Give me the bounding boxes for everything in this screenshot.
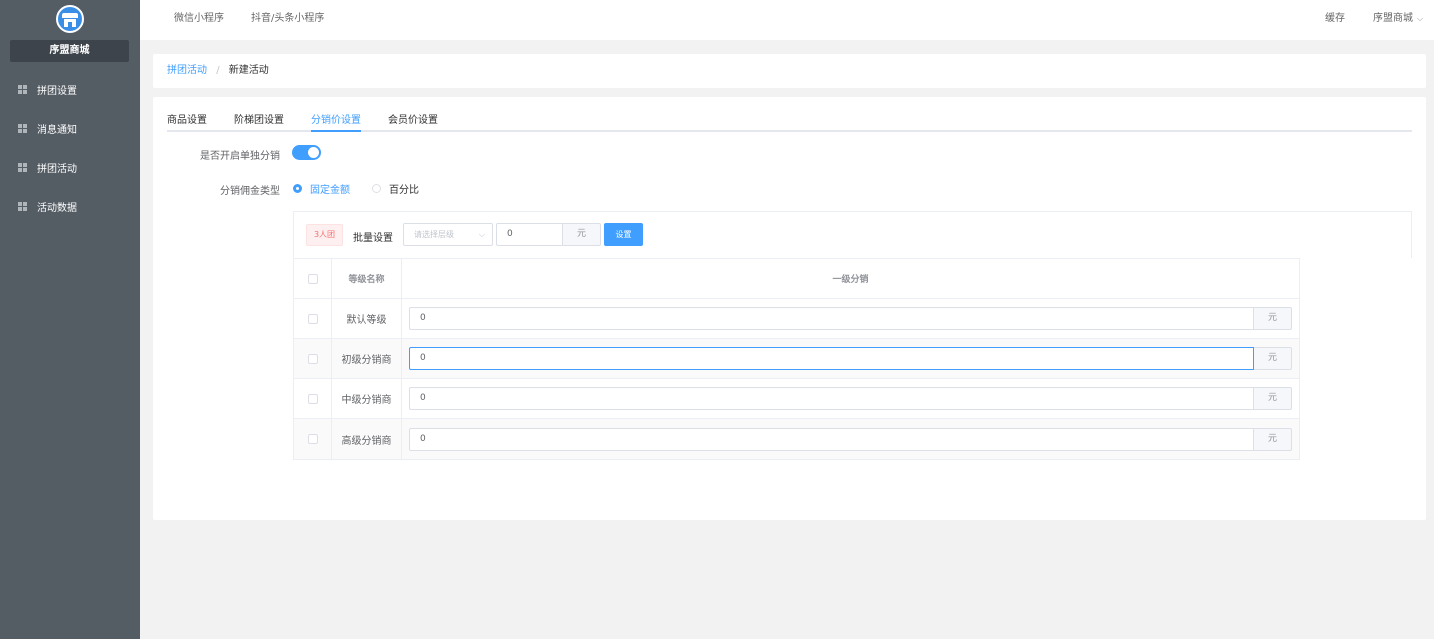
single-distribution-label: 是否开启单独分销	[200, 151, 280, 162]
chevron-down-icon: ⌵	[478, 230, 485, 239]
main-card: 商品设置 阶梯团设置 分销价设置 会员价设置 是否开启单独分销 分销佣金类型 固…	[153, 97, 1426, 520]
grid-icon	[18, 163, 27, 172]
level-select-placeholder: 请选择层级	[414, 230, 454, 239]
breadcrumb-current: 新建活动	[228, 65, 269, 76]
logo-area: 序盟商城	[0, 0, 140, 70]
grid-icon	[18, 85, 27, 94]
tab-bar: 商品设置 阶梯团设置 分销价设置 会员价设置	[167, 107, 1412, 132]
distribution-table: 等级名称 一级分销 默认等级 0 元 初级分销商 0 元 中级分销商 0 元 高…	[293, 258, 1300, 460]
table-header-row: 等级名称 一级分销	[294, 259, 1299, 299]
level-name: 默认等级	[332, 299, 402, 338]
nav-douyin-miniprogram[interactable]: 抖音/头条小程序	[251, 0, 324, 37]
breadcrumb-separator: /	[216, 65, 220, 76]
grid-icon	[18, 202, 27, 211]
level-name: 中级分销商	[332, 379, 402, 418]
level1-input[interactable]: 0	[409, 307, 1254, 330]
level-select[interactable]: 请选择层级 ⌵	[403, 223, 493, 246]
sidebar-item-group-activities[interactable]: 拼团活动	[0, 148, 140, 187]
sidebar-item-label: 消息通知	[37, 125, 77, 136]
batch-unit: 元	[562, 223, 601, 246]
sidebar-item-notifications[interactable]: 消息通知	[0, 109, 140, 148]
select-all-checkbox[interactable]	[307, 273, 318, 284]
row-checkbox-cell	[294, 379, 332, 418]
shop-dropdown-label: 序盟商城	[1373, 13, 1413, 24]
level-name: 高级分销商	[332, 419, 402, 459]
row-checkbox[interactable]	[307, 353, 318, 364]
batch-value-input[interactable]: 0	[496, 223, 563, 246]
level-name: 初级分销商	[332, 339, 402, 378]
group-size-tag: 3人团	[306, 224, 343, 246]
nav-wechat-miniprogram[interactable]: 微信小程序	[174, 0, 224, 37]
row-checkbox-cell	[294, 419, 332, 459]
breadcrumb-parent[interactable]: 拼团活动	[167, 65, 207, 76]
tab-distribution-price-settings[interactable]: 分销价设置	[311, 111, 361, 132]
table-row: 初级分销商 0 元	[294, 339, 1299, 379]
shop-logo-icon	[56, 5, 84, 33]
table-row: 默认等级 0 元	[294, 299, 1299, 339]
sidebar-item-label: 活动数据	[37, 203, 77, 214]
header-checkbox-cell	[294, 259, 332, 298]
shop-name: 序盟商城	[10, 40, 129, 62]
header-level1-distribution: 一级分销	[832, 275, 869, 285]
unit-label: 元	[1254, 347, 1292, 370]
level1-input-group: 0 元	[409, 347, 1292, 370]
single-distribution-toggle[interactable]	[292, 145, 321, 160]
level1-input-group: 0 元	[409, 427, 1292, 451]
row-checkbox-cell	[294, 299, 332, 338]
level1-input[interactable]: 0	[409, 347, 1254, 370]
radio-dot	[372, 184, 381, 193]
table-row: 高级分销商 0 元	[294, 419, 1299, 459]
level1-cell: 0 元	[402, 419, 1299, 459]
top-bar: 微信小程序 抖音/头条小程序 缓存 序盟商城 ⌵	[140, 0, 1434, 40]
row-checkbox[interactable]	[307, 434, 318, 444]
sidebar-item-group-settings[interactable]: 拼团设置	[0, 70, 140, 109]
tab-product-settings[interactable]: 商品设置	[167, 111, 207, 132]
sidebar-item-label: 拼团设置	[37, 86, 77, 97]
row-checkbox[interactable]	[307, 393, 318, 404]
chevron-down-icon: ⌵	[1417, 14, 1424, 23]
level1-input[interactable]: 0	[409, 427, 1254, 451]
breadcrumb: 拼团活动 / 新建活动	[153, 54, 1426, 88]
cache-button[interactable]: 缓存	[1325, 0, 1345, 37]
radio-dot	[293, 184, 302, 193]
sidebar: 序盟商城 拼团设置 消息通知 拼团活动 活动数据	[0, 0, 140, 639]
level1-cell: 0 元	[402, 379, 1299, 418]
shop-dropdown[interactable]: 序盟商城 ⌵	[1373, 0, 1423, 37]
level1-input[interactable]: 0	[409, 387, 1254, 410]
row-checkbox[interactable]	[307, 313, 318, 324]
radio-label: 固定金额	[310, 185, 350, 196]
unit-label: 元	[1254, 307, 1292, 330]
sidebar-item-activity-data[interactable]: 活动数据	[0, 187, 140, 226]
level1-input-group: 0 元	[409, 387, 1292, 410]
batch-settings-panel: 3人团 批量设置 请选择层级 ⌵ 0 元 设置	[293, 211, 1412, 258]
header-level-name: 等级名称	[332, 259, 402, 298]
commission-type-label: 分销佣金类型	[220, 186, 280, 197]
table-row: 中级分销商 0 元	[294, 379, 1299, 419]
grid-icon	[18, 124, 27, 133]
row-checkbox-cell	[294, 339, 332, 378]
tab-tiered-group-settings[interactable]: 阶梯团设置	[234, 111, 284, 132]
radio-fixed-amount[interactable]: 固定金额	[293, 181, 350, 196]
radio-label: 百分比	[389, 185, 419, 196]
batch-settings-label: 批量设置	[353, 233, 393, 244]
batch-set-button[interactable]: 设置	[604, 223, 643, 246]
unit-label: 元	[1254, 387, 1292, 410]
radio-percentage[interactable]: 百分比	[372, 181, 419, 196]
tab-member-price-settings[interactable]: 会员价设置	[388, 111, 438, 132]
level1-input-group: 0 元	[409, 307, 1292, 330]
level1-cell: 0 元	[402, 339, 1299, 378]
toggle-knob	[308, 147, 319, 158]
level1-cell: 0 元	[402, 299, 1299, 338]
sidebar-item-label: 拼团活动	[37, 164, 77, 175]
unit-label: 元	[1254, 427, 1292, 451]
